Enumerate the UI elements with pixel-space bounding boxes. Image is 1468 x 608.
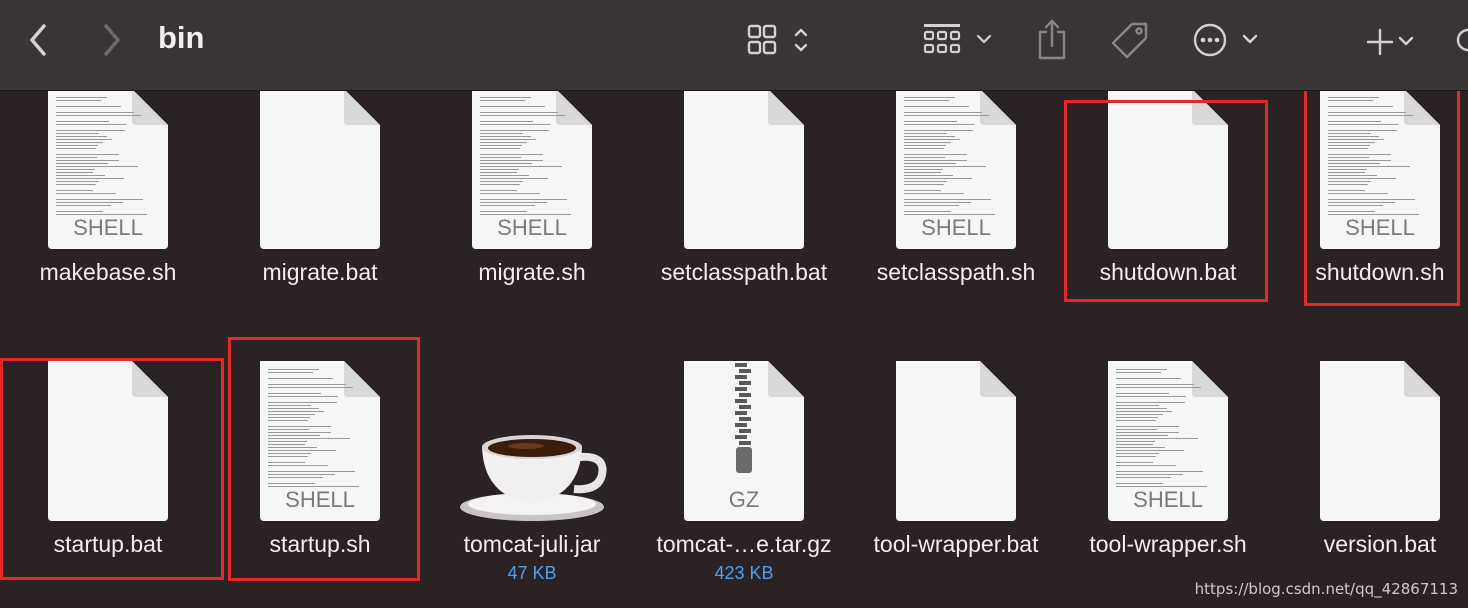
document-icon: SHELL	[472, 91, 592, 249]
file-item[interactable]: GZ tomcat-…e.tar.gz 423 KB	[638, 357, 850, 583]
file-item[interactable]: SHELL setclasspath.sh	[850, 91, 1062, 305]
file-name: migrate.bat	[262, 259, 378, 285]
file-name: tomcat-…e.tar.gz	[656, 531, 832, 557]
window-title: bin	[158, 20, 205, 55]
document-icon	[1320, 361, 1440, 521]
document-icon	[684, 91, 804, 249]
file-kind-badge: SHELL	[1133, 487, 1203, 512]
file-item[interactable]: setclasspath.bat	[638, 91, 850, 305]
highlight-box	[228, 337, 420, 581]
finder-toolbar: bin	[0, 0, 1468, 91]
file-name: version.bat	[1323, 531, 1437, 557]
file-item[interactable]: SHELL migrate.sh	[426, 91, 638, 305]
archive-file-icon: GZ	[684, 361, 804, 521]
file-item[interactable]: tomcat-juli.jar 47 KB	[426, 357, 638, 583]
document-icon	[260, 91, 380, 249]
chevron-right-icon[interactable]	[96, 20, 126, 60]
more-icon[interactable]	[1192, 20, 1260, 60]
file-name: tool-wrapper.bat	[873, 531, 1039, 557]
watermark-text: https://blog.csdn.net/qq_42867113	[1194, 580, 1458, 598]
file-kind-badge: SHELL	[73, 215, 143, 240]
chevron-left-icon[interactable]	[24, 20, 54, 60]
file-name: tomcat-juli.jar	[463, 531, 601, 557]
document-icon: SHELL	[48, 91, 168, 249]
document-icon: SHELL	[1108, 361, 1228, 521]
file-item[interactable]: tool-wrapper.bat	[850, 357, 1062, 577]
file-name: setclasspath.bat	[660, 259, 828, 285]
file-item[interactable]: SHELL makebase.sh	[2, 91, 214, 305]
document-icon: SHELL	[896, 91, 1016, 249]
file-name: setclasspath.sh	[876, 259, 1036, 285]
file-size: 423 KB	[714, 563, 774, 583]
highlight-box	[1064, 100, 1268, 302]
plus-icon[interactable]	[1366, 22, 1424, 62]
file-item[interactable]: SHELL tool-wrapper.sh	[1062, 357, 1274, 577]
file-kind-badge: GZ	[729, 487, 760, 512]
file-size: 47 KB	[507, 563, 557, 583]
file-item[interactable]: migrate.bat	[214, 91, 426, 305]
file-kind-badge: SHELL	[497, 215, 567, 240]
highlight-box	[1304, 91, 1460, 306]
group-by-icon[interactable]	[922, 22, 994, 62]
search-icon[interactable]	[1454, 26, 1468, 58]
share-icon[interactable]	[1036, 18, 1068, 62]
coffee-cup-icon	[460, 435, 607, 521]
file-grid: SHELL makebase.sh migrate.bat SHELL migrate.…	[0, 91, 1468, 608]
file-name: migrate.sh	[478, 259, 586, 285]
highlight-box	[0, 358, 224, 580]
file-kind-badge: SHELL	[921, 215, 991, 240]
document-icon	[896, 361, 1016, 521]
grid-view-icon[interactable]	[746, 22, 814, 62]
file-name: makebase.sh	[39, 259, 177, 285]
tag-icon[interactable]	[1110, 20, 1150, 64]
file-item[interactable]: version.bat	[1274, 357, 1468, 577]
file-name: tool-wrapper.sh	[1089, 531, 1247, 557]
